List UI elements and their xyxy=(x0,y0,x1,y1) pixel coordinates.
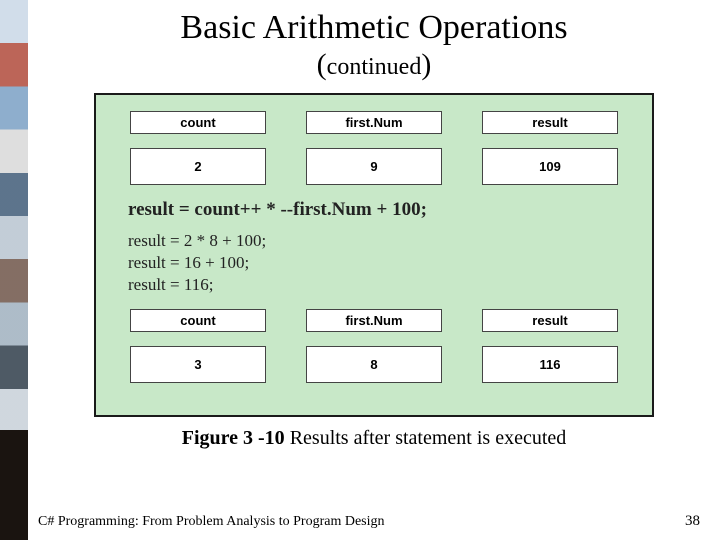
header-result-b: result xyxy=(482,309,618,332)
slide-title: Basic Arithmetic Operations (continued) xyxy=(28,10,720,81)
values-before-row: 2 9 109 xyxy=(130,148,618,185)
code-formula: result = count++ * --first.Num + 100; xyxy=(128,199,620,221)
decorative-left-block xyxy=(0,430,28,540)
value-count-after: 3 xyxy=(130,346,266,383)
value-result-after: 116 xyxy=(482,346,618,383)
value-firstnum-before: 9 xyxy=(306,148,442,185)
calc-step-2: result = 16 + 100; xyxy=(128,253,620,273)
caption-label: Figure 3 -10 xyxy=(182,427,290,449)
page-number: 38 xyxy=(685,513,700,530)
figure-panel: count first.Num result 2 9 109 result = … xyxy=(94,93,654,417)
caption-text: Results after statement is executed xyxy=(290,427,567,449)
value-count-before: 2 xyxy=(130,148,266,185)
values-after-row: 3 8 116 xyxy=(130,346,618,383)
header-count: count xyxy=(130,111,266,134)
calc-step-3: result = 116; xyxy=(128,275,620,295)
header-row-bottom: count first.Num result xyxy=(130,309,618,332)
footer-text: C# Programming: From Problem Analysis to… xyxy=(38,514,385,530)
header-firstnum-b: first.Num xyxy=(306,309,442,332)
header-result: result xyxy=(482,111,618,134)
header-count-b: count xyxy=(130,309,266,332)
figure-caption: Figure 3 -10 Results after statement is … xyxy=(28,427,720,450)
value-result-before: 109 xyxy=(482,148,618,185)
title-line2: (continued) xyxy=(317,48,432,81)
title-line1: Basic Arithmetic Operations xyxy=(180,9,567,46)
header-row-top: count first.Num result xyxy=(130,111,618,134)
calc-step-1: result = 2 * 8 + 100; xyxy=(128,231,620,251)
value-firstnum-after: 8 xyxy=(306,346,442,383)
header-firstnum: first.Num xyxy=(306,111,442,134)
slide-content: Basic Arithmetic Operations (continued) … xyxy=(28,0,720,540)
